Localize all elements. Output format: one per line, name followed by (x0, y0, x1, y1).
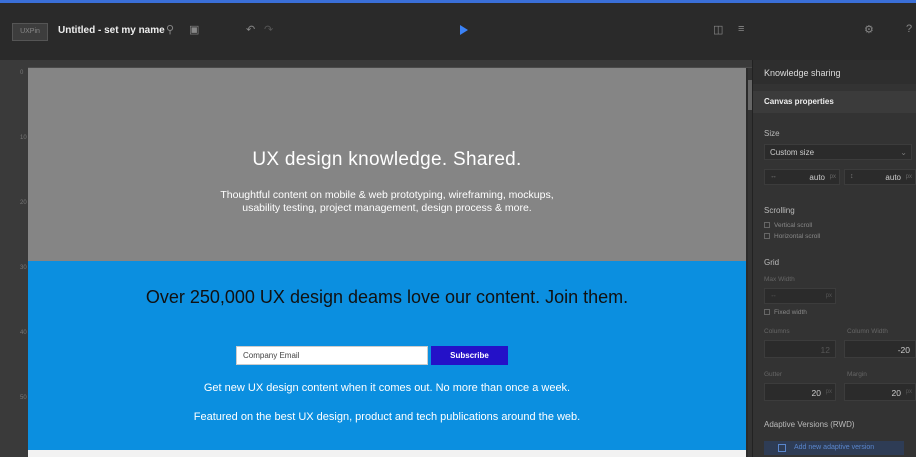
max-width-arrows-icon: ↔ (770, 292, 777, 299)
add-adaptive-version-button[interactable]: Add new adaptive version (764, 441, 904, 455)
gutter-unit: px (825, 389, 832, 395)
horizontal-scroll-checkbox[interactable] (764, 233, 770, 239)
adaptive-versions-label: Adaptive Versions (RWD) (764, 420, 855, 429)
save-icon[interactable]: ◫ (713, 23, 723, 36)
ruler-mark: 30 (20, 265, 27, 271)
hero-line-1: Thoughtful content on mobile & web proto… (220, 189, 554, 201)
ruler-vertical: 0 10 20 30 40 50 (0, 60, 28, 457)
next-section-edge (28, 450, 746, 457)
column-width-label: Column Width (847, 328, 888, 335)
column-width-input[interactable]: -20 (844, 340, 916, 358)
email-field[interactable]: Company Email (236, 346, 428, 365)
size-select-value: Custom size (770, 148, 815, 157)
undo-icon[interactable]: ↶ (246, 23, 255, 36)
max-width-input[interactable]: ↔ px (764, 288, 836, 304)
play-icon[interactable] (460, 25, 468, 35)
ruler-mark: 0 (20, 70, 24, 76)
ruler-mark: 10 (20, 135, 27, 141)
columns-input[interactable]: 12 (764, 340, 836, 358)
signup-heading[interactable]: Over 250,000 UX design deams love our co… (28, 287, 746, 308)
help-icon[interactable]: ? (906, 23, 912, 35)
chevron-down-icon: ⌄ (900, 148, 907, 157)
fixed-width-checkbox[interactable] (764, 309, 770, 315)
height-value: auto (885, 173, 901, 182)
columns-label: Columns (764, 328, 790, 335)
width-input[interactable]: ↔ auto px (764, 169, 840, 185)
ruler-mark: 40 (20, 330, 27, 336)
height-arrows-icon: ↕ (850, 173, 854, 180)
top-toolbar: UXPin Untitled - set my name ⚲ ▣ ↶ ↷ ◫ ≡… (0, 0, 916, 60)
featured-text[interactable]: Featured on the best UX design, product … (28, 411, 746, 423)
size-select[interactable]: Custom size ⌄ (764, 144, 912, 160)
margin-unit: px (905, 389, 912, 395)
ruler-mark: 50 (20, 395, 27, 401)
height-unit: px (905, 174, 912, 180)
max-width-unit: px (825, 293, 832, 299)
app-logo[interactable]: UXPin (12, 23, 48, 41)
gutter-value: 20 (811, 388, 821, 398)
gutter-input[interactable]: 20 px (764, 383, 836, 401)
properties-panel: Knowledge sharing Canvas properties Size… (752, 60, 916, 457)
settings-sliders-icon[interactable]: ≡ (738, 23, 744, 35)
margin-input[interactable]: 20 px (844, 383, 916, 401)
column-width-value: -20 (897, 345, 910, 355)
frame-icon[interactable]: ▣ (189, 23, 199, 36)
signup-section[interactable]: Over 250,000 UX design deams love our co… (28, 261, 746, 457)
redo-icon[interactable]: ↷ (264, 23, 273, 36)
signup-info-text[interactable]: Get new UX design content when it comes … (28, 382, 746, 394)
canvas-properties-header[interactable]: Canvas properties (753, 91, 916, 113)
margin-label: Margin (847, 371, 867, 378)
max-width-label: Max Width (764, 276, 795, 283)
hero-heading[interactable]: UX design knowledge. Shared. (28, 149, 746, 171)
hero-section[interactable]: UX design knowledge. Shared. Thoughtful … (28, 68, 746, 261)
add-icon (778, 444, 786, 452)
hero-line-2: usability testing, project management, d… (242, 202, 532, 214)
hero-description[interactable]: Thoughtful content on mobile & web proto… (28, 189, 746, 215)
width-value: auto (809, 173, 825, 182)
ruler-mark: 20 (20, 200, 27, 206)
subscribe-button[interactable]: Subscribe (431, 346, 508, 365)
size-label: Size (764, 129, 780, 138)
design-canvas[interactable]: UX design knowledge. Shared. Thoughtful … (28, 68, 746, 457)
ruler-horizontal (0, 60, 752, 68)
margin-value: 20 (891, 388, 901, 398)
vertical-scroll-label: Vertical scroll (774, 222, 813, 229)
grid-label: Grid (764, 258, 780, 267)
gear-icon[interactable]: ⚙ (864, 23, 874, 36)
width-arrows-icon: ↔ (770, 173, 777, 180)
height-input[interactable]: ↕ auto px (844, 169, 916, 185)
columns-value: 12 (820, 345, 830, 355)
document-title[interactable]: Untitled - set my name (58, 25, 165, 36)
panel-title: Knowledge sharing (753, 60, 916, 84)
fixed-width-label: Fixed width (774, 309, 807, 316)
width-unit: px (829, 174, 836, 180)
add-adaptive-version-label: Add new adaptive version (794, 444, 875, 451)
scrolling-label: Scrolling (764, 206, 795, 215)
gutter-label: Gutter (764, 371, 783, 378)
horizontal-scroll-label: Horizontal scroll (774, 233, 821, 240)
search-icon[interactable]: ⚲ (166, 23, 174, 36)
vertical-scroll-checkbox[interactable] (764, 222, 770, 228)
